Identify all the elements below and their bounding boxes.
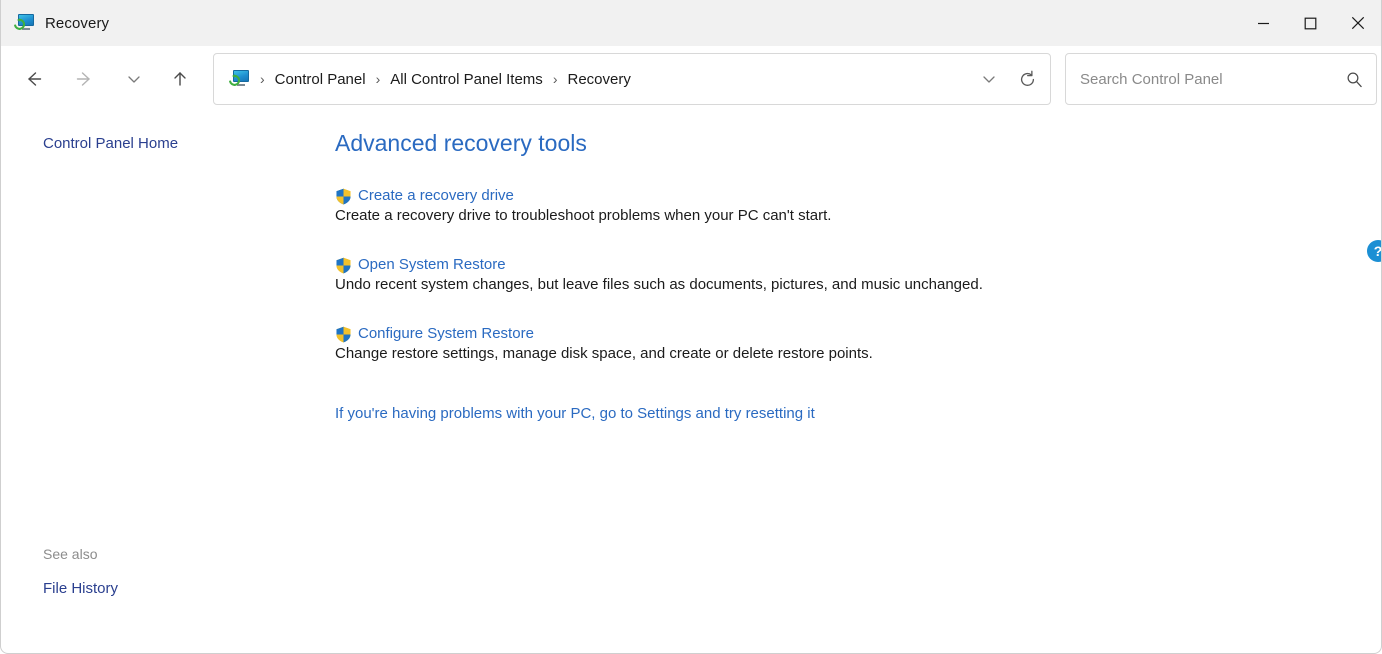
sidebar: Control Panel Home See also File History <box>1 112 321 652</box>
content-pane: ? Advanced recovery tools Create a recov… <box>321 112 1381 652</box>
tool-item-configure-system-restore: Configure System Restore Change restore … <box>335 325 873 362</box>
forward-arrow-icon <box>74 69 94 89</box>
uac-shield-icon <box>335 257 352 274</box>
back-arrow-icon <box>24 69 44 89</box>
chevron-down-icon <box>125 70 143 88</box>
sidebar-item-file-history[interactable]: File History <box>43 580 118 597</box>
window-controls <box>1240 0 1381 46</box>
breadcrumb-item-all-control-panel-items[interactable]: All Control Panel Items <box>384 67 549 92</box>
recovery-monitor-icon <box>13 12 35 34</box>
breadcrumb-separator: › <box>549 71 562 87</box>
search-icon[interactable] <box>1345 70 1364 89</box>
refresh-icon <box>1018 70 1037 89</box>
breadcrumb-icon <box>228 68 250 90</box>
tool-link-open-system-restore[interactable]: Open System Restore <box>358 256 506 273</box>
reset-pc-settings-link[interactable]: If you're having problems with your PC, … <box>335 405 815 422</box>
breadcrumb-item-recovery[interactable]: Recovery <box>561 67 636 92</box>
address-bar[interactable]: › Control Panel › All Control Panel Item… <box>213 53 1051 105</box>
forward-button[interactable] <box>65 60 103 98</box>
minimize-button[interactable] <box>1240 0 1287 46</box>
address-dropdown-button[interactable] <box>970 60 1008 98</box>
title-bar: Recovery <box>1 0 1381 46</box>
search-box[interactable] <box>1065 53 1377 105</box>
search-input[interactable] <box>1080 71 1345 88</box>
chevron-down-icon <box>980 70 998 88</box>
recent-locations-button[interactable] <box>115 60 153 98</box>
breadcrumb-separator: › <box>256 71 269 87</box>
tool-item-create-recovery-drive: Create a recovery drive Create a recover… <box>335 187 831 224</box>
page-title: Advanced recovery tools <box>335 130 587 157</box>
back-button[interactable] <box>15 60 53 98</box>
tool-description-configure-system-restore: Change restore settings, manage disk spa… <box>335 345 873 362</box>
breadcrumb-separator: › <box>372 71 385 87</box>
navigation-bar: › Control Panel › All Control Panel Item… <box>1 46 1381 112</box>
up-button[interactable] <box>161 60 199 98</box>
window-title: Recovery <box>45 15 109 32</box>
tool-link-create-recovery-drive[interactable]: Create a recovery drive <box>358 187 514 204</box>
refresh-button[interactable] <box>1008 60 1046 98</box>
sidebar-item-control-panel-home[interactable]: Control Panel Home <box>43 135 178 152</box>
recovery-window: Recovery <box>0 0 1382 654</box>
tool-description-open-system-restore: Undo recent system changes, but leave fi… <box>335 276 983 293</box>
breadcrumb-item-control-panel[interactable]: Control Panel <box>269 67 372 92</box>
tool-description-create-recovery-drive: Create a recovery drive to troubleshoot … <box>335 207 831 224</box>
uac-shield-icon <box>335 326 352 343</box>
close-button[interactable] <box>1334 0 1381 46</box>
tool-item-open-system-restore: Open System Restore Undo recent system c… <box>335 256 983 293</box>
up-arrow-icon <box>170 69 190 89</box>
tool-link-configure-system-restore[interactable]: Configure System Restore <box>358 325 534 342</box>
uac-shield-icon <box>335 188 352 205</box>
maximize-button[interactable] <box>1287 0 1334 46</box>
see-also-label: See also <box>43 546 97 562</box>
help-button[interactable]: ? <box>1367 240 1382 262</box>
body-area: Control Panel Home See also File History… <box>1 112 1381 652</box>
